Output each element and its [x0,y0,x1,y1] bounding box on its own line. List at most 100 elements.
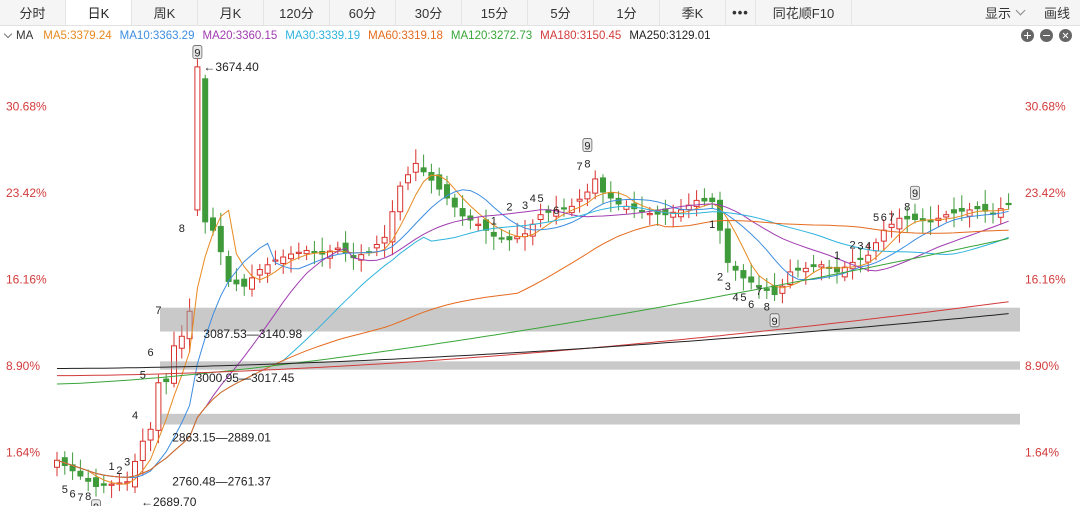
tab-120min[interactable]: 120分 [264,0,330,25]
candle-body-up [818,264,825,268]
sequence-label: 7 [756,286,762,298]
candle-body-up [264,264,271,274]
f10-button[interactable]: 同花顺F10 [756,0,852,25]
candle-body-down [163,378,170,383]
candle-body-up [334,247,341,251]
candle-body-down [561,207,567,210]
chevron-down-icon[interactable] [4,31,14,41]
candle [724,219,731,273]
candle [358,244,365,272]
sequence-label: 7 [577,161,583,173]
tab-weekly-k[interactable]: 周K [132,0,198,25]
candle [475,217,482,232]
candle-body-down [202,78,209,223]
candle-body-down [506,236,513,241]
candle-body-up [896,217,903,230]
candle [982,190,989,223]
candle [529,219,536,246]
candle-body-up [249,277,255,290]
candle-body-down [974,206,981,210]
tab-quarterly-k[interactable]: 季K [660,0,726,25]
sequence-label: 7 [889,212,895,224]
tab-15min[interactable]: 15分 [462,0,528,25]
candle-body-down [498,237,505,240]
tab-30min[interactable]: 30分 [396,0,462,25]
candle-body-down [982,203,989,212]
more-tabs-button[interactable]: ••• [726,0,756,25]
candle [678,199,684,222]
sequence-label: 6 [148,347,154,359]
candle-body-down [607,192,614,199]
add-indicator-icon[interactable] [1021,29,1034,42]
candle-body-up [865,254,872,263]
candle-body-down [709,197,716,203]
candle [303,245,310,261]
tab-monthly-k[interactable]: 月K [198,0,264,25]
candle [966,202,973,228]
tab-intraday[interactable]: 分时 [0,0,66,25]
ma-indicator-name[interactable]: MA [16,30,33,42]
sequence-label: 1 [109,461,115,473]
tab-1min[interactable]: 1分 [594,0,660,25]
candle [654,205,661,226]
sequence-label: 2 [850,240,856,252]
draw-line-button[interactable]: 画线 [1034,0,1080,25]
candle [428,163,435,194]
candle [241,273,248,296]
candle-body-up [475,223,482,226]
candle [795,259,801,278]
candle [483,209,489,244]
period-tab-bar: 分时 日K 周K 月K 120分 60分 30分 15分 5分 1分 季K ••… [0,0,1080,26]
candle-body-up [147,428,154,441]
candle-body-down [958,207,965,212]
ma250-value: MA250:3129.01 [629,30,711,42]
ma20-value: MA20:3360.15 [202,30,278,42]
candle [568,198,575,217]
candle-body-down [100,483,107,486]
kline-chart[interactable]: 30.68% 30.68% 23.42% 23.42% 16.16% 16.16% 8.90… [0,45,1080,506]
price-annotation: 2863.15—2889.01 [172,431,271,445]
candle-body-down [490,231,497,237]
candle [522,219,528,251]
candle-body-up [397,185,404,213]
candle [85,469,92,492]
candle [896,208,903,243]
candle [451,193,458,218]
candle-body-down [600,177,606,193]
price-annotation: ←2689.70 [141,495,197,506]
candle-body-down [241,278,248,287]
candle-body-down [451,197,458,208]
sequence-label: 6 [881,212,887,224]
tab-60min[interactable]: 60分 [330,0,396,25]
candle-body-down [631,203,638,210]
display-dropdown[interactable]: 显示 [975,0,1034,25]
y-axis-label-left: 30.68% [6,99,47,113]
sequence-label: 3 [725,281,731,293]
sequence-label: 6 [70,489,76,501]
candle [381,225,388,258]
sequence-label: 1 [491,216,497,228]
tab-5min[interactable]: 5分 [528,0,594,25]
candle-body-up [373,244,380,249]
sequence-label: 6 [553,205,559,217]
candle-body-up [888,223,895,228]
remove-indicator-icon[interactable] [1040,29,1053,42]
candle [155,374,162,444]
sequence-label: 1 [834,250,840,262]
sequence-label: 3 [522,200,528,212]
price-annotation: 2760.48—2761.37 [172,475,271,489]
candle-body-up [412,162,419,173]
candle-body-up [295,251,302,254]
candle [249,264,255,297]
candle [740,264,747,291]
sequence-label: 3 [857,241,863,253]
candle-body-up [178,335,185,349]
y-axis-label-left: 23.42% [6,186,47,200]
tab-daily-k[interactable]: 日K [66,0,132,25]
candle-body-down [311,250,318,254]
sequence-label: 5 [62,484,68,496]
y-axis-label-left: 8.90% [6,359,40,373]
close-indicator-icon[interactable] [1056,26,1075,45]
y-axis-label-right: 16.16% [1025,273,1066,287]
candle-body-down [927,219,934,223]
